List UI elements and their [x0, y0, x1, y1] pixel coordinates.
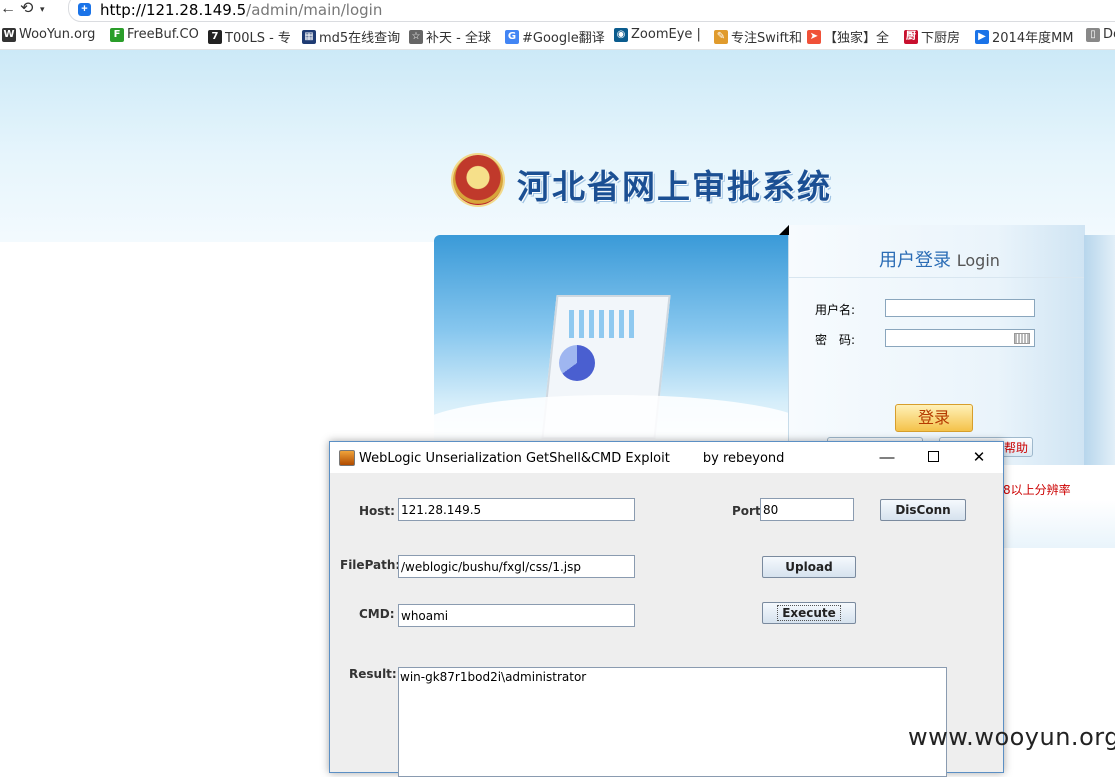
login-panel-edge	[1084, 235, 1115, 465]
bookmark-label: Do	[1103, 27, 1115, 42]
bookmark-item[interactable]: G #Google翻译	[505, 27, 605, 46]
result-label: Result:	[349, 667, 397, 681]
bookmark-label: 专注Swift和	[731, 31, 802, 46]
site-info-icon[interactable]: +	[78, 3, 91, 16]
bookmark-item[interactable]: ▶ 2014年度MM	[975, 27, 1074, 46]
bookmark-item[interactable]: ◉ ZoomEye |	[614, 27, 701, 42]
history-dropdown-icon[interactable]: ▾	[40, 0, 45, 18]
exploit-dialog: WebLogic Unserialization GetShell&CMD Ex…	[329, 441, 1004, 777]
bookmark-item[interactable]: ✎ 专注Swift和	[714, 27, 802, 46]
divider	[789, 277, 1085, 278]
address-bar[interactable]: + http://121.28.149.5/admin/main/login	[68, 0, 1115, 22]
watermark: www.wooyun.org	[908, 723, 1115, 751]
bookmark-item[interactable]: 7 T00LS - 专	[208, 27, 291, 46]
bookmark-item[interactable]: ▯Do	[1086, 27, 1115, 42]
bookmark-label: 补天 - 全球	[426, 31, 491, 46]
browser-toolbar: ← ⟲ ▾ + http://121.28.149.5/admin/main/l…	[0, 0, 1115, 22]
bookmark-item[interactable]: ▦ md5在线查询	[302, 27, 400, 46]
resolution-note: 8以上分辨率	[1003, 483, 1071, 497]
tools-icon: 7	[208, 29, 222, 44]
dialog-titlebar[interactable]: WebLogic Unserialization GetShell&CMD Ex…	[330, 442, 1003, 473]
grid-icon: ▦	[302, 29, 316, 44]
bookmark-item[interactable]: F FreeBuf.CO	[110, 27, 199, 42]
banner-image	[434, 235, 788, 445]
password-input[interactable]	[885, 329, 1035, 347]
result-textarea[interactable]: win-gk87r1bod2i\administrator	[398, 667, 947, 777]
bookmark-item[interactable]: ➤ 【独家】全	[807, 27, 889, 46]
upload-button[interactable]: Upload	[762, 556, 856, 578]
filepath-input[interactable]: /weblogic/bushu/fxgl/css/1.jsp	[398, 555, 635, 578]
help-label: 帮助	[1003, 441, 1028, 455]
bookmark-item[interactable]: ☆ 补天 - 全球	[409, 27, 491, 46]
disconn-button[interactable]: DisConn	[880, 499, 966, 521]
port-input[interactable]: 80	[760, 498, 854, 521]
login-button[interactable]: 登录	[895, 404, 973, 432]
login-title-en: Login	[956, 251, 1000, 270]
page-strip	[1003, 500, 1115, 548]
bookmark-label: 下厨房	[921, 31, 961, 46]
bar-graphic	[569, 310, 639, 338]
host-label: Host:	[359, 504, 395, 518]
login-title: 用户登录 Login	[879, 246, 1000, 272]
site-title: 河北省网上审批系统	[517, 167, 832, 206]
url-text[interactable]: http://121.28.149.5/admin/main/login	[100, 1, 382, 19]
bookmark-label: WooYun.org	[19, 27, 96, 42]
bookmark-label: T00LS - 专	[225, 31, 291, 46]
play-icon: ▶	[975, 29, 989, 44]
bookmark-item[interactable]: 厨下厨房	[904, 27, 960, 46]
maximize-icon[interactable]	[910, 442, 956, 473]
swift-icon: ➤	[807, 29, 821, 44]
bookmarks-bar: W WooYun.org F FreeBuf.CO 7 T00LS - 专 ▦ md5在线查询…	[0, 23, 1115, 50]
host-input[interactable]: 121.28.149.5	[398, 498, 635, 521]
pie-graphic	[559, 345, 595, 381]
minimize-icon[interactable]: —	[864, 442, 910, 473]
login-panel: 用户登录 Login 用户名: 密 码: 登录 帮助	[779, 225, 1085, 465]
reload-icon[interactable]: ⟲	[20, 0, 33, 18]
username-input[interactable]	[885, 299, 1035, 317]
dialog-title: WebLogic Unserialization GetShell&CMD Ex…	[359, 451, 785, 466]
bookmark-label: ZoomEye |	[631, 27, 701, 42]
login-title-cn: 用户登录	[879, 250, 951, 271]
star-icon: ☆	[409, 29, 423, 44]
bookmark-label: 【独家】全	[824, 31, 890, 46]
execute-button[interactable]: Execute	[762, 602, 856, 624]
username-label: 用户名:	[815, 303, 856, 317]
java-app-icon	[339, 450, 355, 466]
bookmark-label: #Google翻译	[522, 31, 605, 46]
filepath-label: FilePath:	[340, 558, 401, 572]
cmd-input[interactable]: whoami	[398, 604, 635, 627]
bookmark-label: 2014年度MM	[992, 31, 1074, 46]
document-icon: ▯	[1086, 27, 1100, 42]
pen-icon: ✎	[714, 29, 728, 44]
emblem-logo	[453, 155, 503, 205]
bookmark-label: FreeBuf.CO	[127, 27, 199, 42]
cloud-graphic	[434, 395, 788, 445]
translate-icon: G	[505, 29, 519, 44]
page-header-background	[0, 50, 1115, 242]
keyboard-icon[interactable]	[1014, 333, 1030, 344]
execute-label: Execute	[777, 605, 841, 621]
password-label: 密 码:	[815, 333, 856, 347]
freebuf-icon: F	[110, 27, 124, 42]
back-icon[interactable]: ←	[0, 0, 16, 18]
close-icon[interactable]: ✕	[956, 442, 1002, 473]
kitchen-icon: 厨	[904, 29, 918, 44]
zoomeye-icon: ◉	[614, 27, 628, 42]
wooyun-icon: W	[2, 27, 16, 42]
cmd-label: CMD:	[359, 607, 395, 621]
bookmark-item[interactable]: W WooYun.org	[2, 27, 95, 42]
bookmark-label: md5在线查询	[319, 31, 401, 46]
